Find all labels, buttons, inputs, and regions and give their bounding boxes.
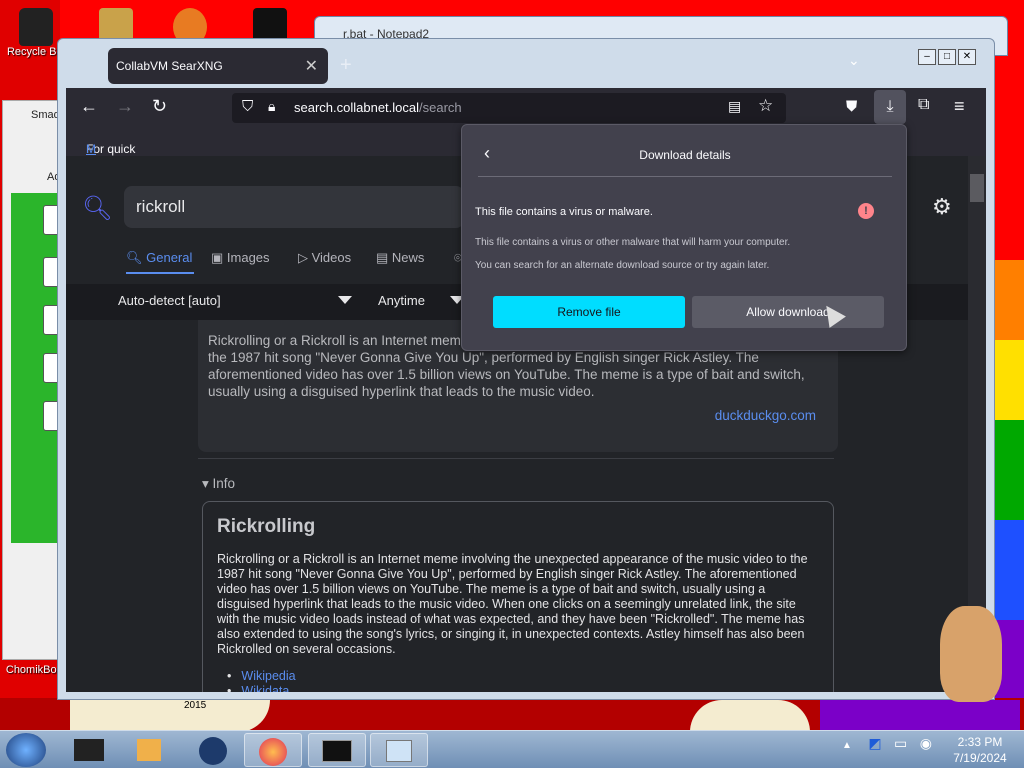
search-query: rickroll: [136, 197, 186, 216]
search-icon[interactable]: 🔍︎: [82, 194, 112, 223]
taskbar-item[interactable]: [184, 733, 242, 767]
close-icon[interactable]: ✕: [958, 49, 976, 65]
reload-icon[interactable]: ↻: [152, 96, 167, 117]
reader-view-icon[interactable]: ▤: [728, 98, 741, 115]
panel-title: Smad: [31, 109, 60, 121]
tab-label: Images: [226, 250, 270, 265]
taskbar-item-console[interactable]: [308, 733, 366, 767]
taskbar-clock[interactable]: 2:33 PM 7/19/2024: [940, 734, 1020, 766]
firefox-icon: [259, 738, 287, 766]
tab-label: General: [146, 250, 193, 265]
recycle-bin-icon: [19, 8, 53, 46]
triangle-down-icon: ▾: [202, 476, 213, 491]
taskbar-item[interactable]: [120, 733, 178, 767]
warning-icon: !: [858, 203, 874, 219]
wallpaper-art: [820, 700, 1020, 732]
wallpaper-art: [690, 700, 810, 732]
infobox-title: Rickrolling: [217, 516, 316, 537]
tray-app-icon[interactable]: ◩: [868, 735, 881, 751]
tab-label: News: [391, 250, 425, 265]
url-host: search.collabnet.local: [294, 100, 420, 115]
extensions-icon[interactable]: ⧉: [918, 96, 929, 114]
minimize-icon[interactable]: –: [918, 49, 936, 65]
tray-expand-icon[interactable]: ▲: [842, 740, 852, 751]
tab-label: Videos: [311, 250, 352, 265]
downloads-icon[interactable]: ⤓: [874, 90, 906, 124]
desktop-icon-chomikbox[interactable]: ChomikBox: [4, 664, 64, 676]
search-input[interactable]: rickroll: [124, 186, 464, 228]
maximize-icon[interactable]: □: [938, 49, 956, 65]
language-select[interactable]: Auto-detect [auto]: [118, 293, 221, 308]
tab-news[interactable]: ▤ News: [376, 250, 424, 266]
infobox-links: Wikipedia Wikidata: [241, 669, 296, 692]
url-path: /search: [419, 100, 462, 115]
scroll-thumb[interactable]: [970, 174, 984, 202]
chevron-down-icon[interactable]: [338, 296, 352, 304]
panel-title: Download details: [639, 148, 731, 162]
menu-icon[interactable]: ≡: [954, 96, 965, 117]
url-text: search.collabnet.local/search: [294, 100, 462, 115]
system-tray: ▲ ◩ ▭ ◉: [842, 735, 932, 753]
info-toggle[interactable]: ▾ Info: [202, 476, 235, 492]
notepad-icon: [386, 740, 412, 762]
tab-title: CollabVM SearXNG: [116, 59, 223, 73]
divider: [478, 176, 892, 177]
result-source-link[interactable]: duckduckgo.com: [715, 408, 816, 423]
media-player-icon: [137, 739, 161, 761]
window-controls: – □ ✕: [918, 46, 978, 65]
lock-icon[interactable]: 🔒︎: [268, 98, 275, 115]
time-select[interactable]: Anytime: [378, 293, 425, 308]
allow-download-button[interactable]: Allow download: [692, 296, 884, 328]
terminal-icon: [74, 739, 104, 761]
taskbar: ▲ ◩ ▭ ◉ 2:33 PM 7/19/2024: [0, 730, 1024, 768]
browser-tab[interactable]: CollabVM SearXNG ✕: [108, 48, 328, 84]
divider: [198, 458, 834, 459]
desktop-icon-label: ChomikBox: [5, 664, 63, 676]
hamster-desktop-pet[interactable]: [940, 606, 1002, 702]
remove-file-button[interactable]: Remove file: [493, 296, 685, 328]
taskbar-item[interactable]: [60, 733, 118, 767]
wallpaper-art: [70, 700, 270, 732]
warning-title: This file contains a virus or malware.: [475, 206, 653, 218]
warning-detail: This file contains a virus or other malw…: [475, 237, 791, 248]
link-wikidata[interactable]: Wikidata: [241, 684, 296, 692]
list-tabs-icon[interactable]: ⌄: [848, 52, 860, 69]
active-tab-indicator: [126, 272, 194, 274]
tab-images[interactable]: ▣ Images: [211, 250, 270, 266]
background-app-panel[interactable]: Smad Ad: [2, 100, 65, 660]
nav-toolbar: ← → ↻ ⛉ 🔒︎ search.collabnet.local/search…: [66, 88, 986, 128]
new-tab-icon[interactable]: +: [340, 54, 352, 77]
info-toggle-label: Info: [212, 476, 236, 491]
link-wikipedia[interactable]: Wikipedia: [241, 669, 295, 684]
clock-date: 7/19/2024: [953, 751, 1007, 765]
volume-icon[interactable]: ◉: [920, 735, 932, 751]
console-icon: [322, 740, 352, 762]
start-button[interactable]: [6, 733, 46, 767]
news-icon: ▤: [376, 250, 392, 265]
gear-icon[interactable]: ⚙: [932, 194, 952, 220]
taskbar-item-firefox[interactable]: [244, 733, 302, 767]
globe-icon: [199, 737, 227, 765]
back-icon[interactable]: ←: [80, 96, 98, 117]
tab-videos[interactable]: ▷ Videos: [298, 250, 351, 266]
tab-general[interactable]: 🔍︎ General: [126, 250, 192, 266]
shield-icon[interactable]: ⛉: [242, 98, 253, 115]
url-bar[interactable]: ⛉ 🔒︎ search.collabnet.local/search ▤ ☆: [232, 93, 786, 123]
play-icon: ▷: [298, 250, 312, 265]
image-icon: ▣: [211, 250, 227, 265]
warning-hint: You can search for an alternate download…: [475, 260, 770, 271]
taskbar-item-notepad[interactable]: [370, 733, 428, 767]
clock-time: 2:33 PM: [957, 735, 1003, 749]
close-tab-icon[interactable]: ✕: [305, 56, 318, 76]
general-icon: 🔍︎: [126, 250, 147, 265]
bookmark-star-icon[interactable]: ☆: [758, 96, 773, 116]
infobox-body: Rickrolling or a Rickroll is an Internet…: [217, 552, 808, 656]
wallpaper-text: 2015: [184, 700, 207, 711]
bookmarks-link[interactable]: M: [86, 142, 96, 156]
network-icon[interactable]: ▭: [894, 735, 907, 751]
infobox: Rickrolling Rickrolling or a Rickroll is…: [202, 501, 834, 692]
forward-icon[interactable]: →: [116, 96, 134, 117]
pocket-icon[interactable]: ⛊: [846, 98, 857, 115]
